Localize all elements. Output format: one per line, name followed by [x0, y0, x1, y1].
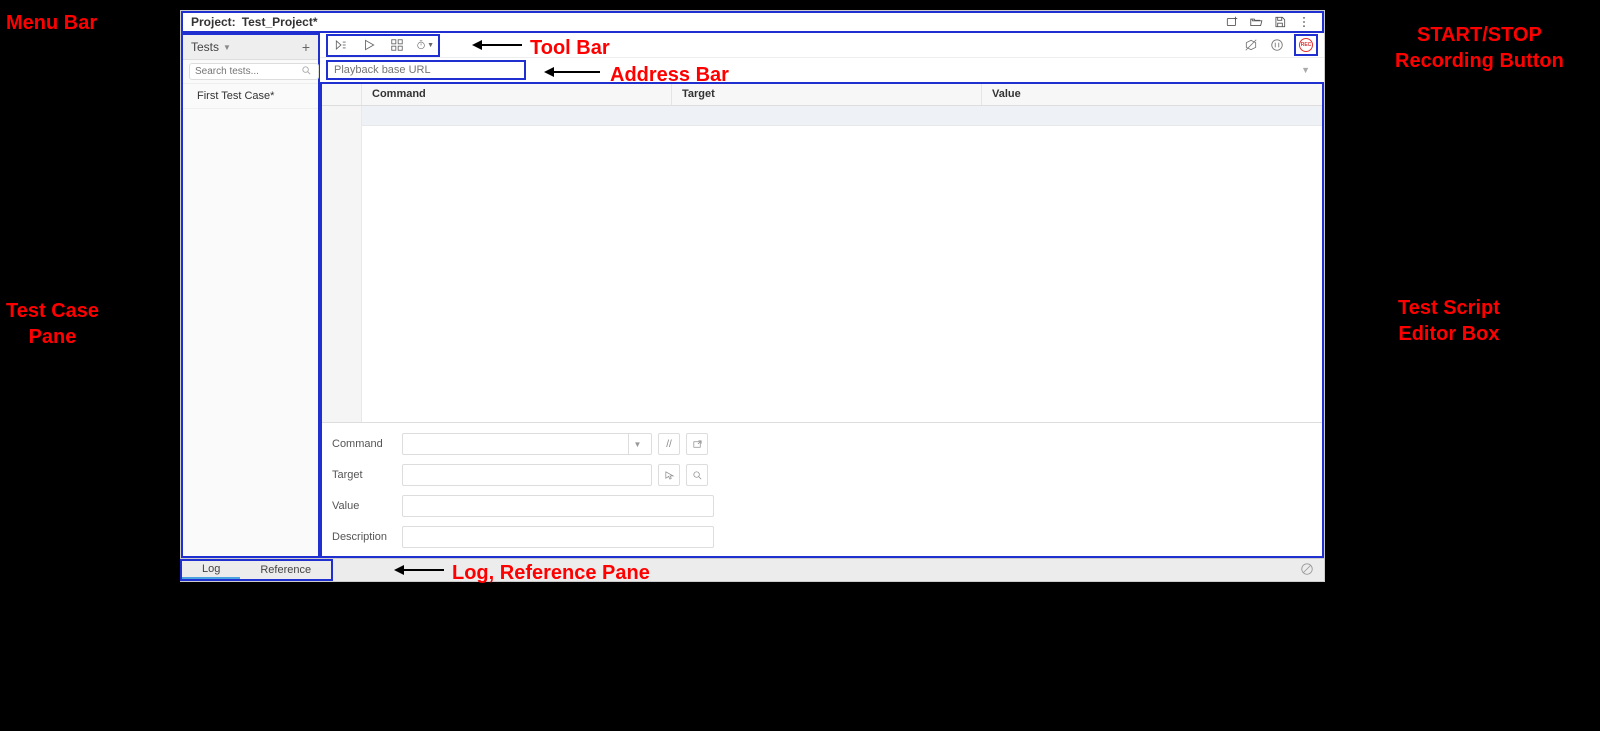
description-input[interactable] — [402, 526, 714, 548]
add-test-button[interactable]: + — [302, 39, 310, 55]
run-current-button[interactable] — [360, 36, 378, 54]
pause-on-exception-button[interactable] — [1268, 36, 1286, 54]
bottom-tabs: Log Reference — [180, 559, 333, 581]
new-project-icon — [1225, 15, 1239, 29]
search-icon — [692, 470, 703, 481]
command-enable-button[interactable]: // — [658, 433, 680, 455]
playback-url-input[interactable] — [326, 60, 526, 80]
clear-log-button[interactable] — [1300, 562, 1314, 579]
command-new-window-button[interactable] — [686, 433, 708, 455]
grid-row[interactable] — [362, 106, 1322, 126]
search-tests-wrap — [183, 60, 318, 84]
annotation-log-reference: Log, Reference Pane — [452, 560, 650, 586]
description-label: Description — [332, 531, 402, 543]
log-tab[interactable]: Log — [182, 561, 240, 579]
folder-open-icon — [1249, 15, 1263, 29]
run-all-button[interactable] — [332, 36, 350, 54]
target-find-button[interactable] — [686, 464, 708, 486]
record-icon: REC — [1299, 38, 1313, 52]
chevron-down-icon: ▼ — [223, 43, 231, 52]
tests-dropdown-label: Tests — [191, 40, 219, 54]
grid-header: Command Target Value — [322, 84, 1322, 106]
search-tests-input[interactable] — [189, 63, 319, 80]
new-window-icon — [692, 439, 703, 450]
clear-icon — [1300, 562, 1314, 576]
grid-header-value: Value — [982, 84, 1322, 105]
pause-icon — [1270, 38, 1284, 52]
save-project-button[interactable] — [1270, 13, 1290, 31]
open-project-button[interactable] — [1246, 13, 1266, 31]
play-icon — [362, 38, 376, 52]
annotation-menu-bar: Menu Bar — [6, 10, 97, 36]
disable-breakpoints-button[interactable] — [1242, 36, 1260, 54]
tests-dropdown[interactable]: Tests ▼ + — [183, 35, 318, 60]
tool-bar: ▼ — [326, 34, 440, 57]
annotation-record-button: START/STOP Recording Button — [1395, 22, 1564, 74]
test-case-item[interactable]: First Test Case* — [183, 84, 318, 109]
grid-header-gutter — [322, 84, 362, 105]
save-icon — [1273, 15, 1287, 29]
selenium-ide-window: Project: Test_Project* Tests ▼ + — [180, 10, 1325, 582]
more-vertical-icon — [1297, 15, 1311, 29]
address-bar-row: ▼ — [320, 58, 1324, 82]
target-pick-icon — [664, 470, 675, 481]
value-label: Value — [332, 500, 402, 512]
breakpoint-off-icon — [1244, 38, 1258, 52]
tool-bar-row: ▼ REC — [320, 33, 1324, 58]
reference-tab[interactable]: Reference — [240, 561, 331, 579]
annotation-tool-bar: Tool Bar — [530, 35, 610, 61]
test-script-editor: Command Target Value Command ▼ — [320, 82, 1324, 558]
project-label: Project: — [191, 15, 236, 29]
value-input[interactable] — [402, 495, 714, 517]
new-project-button[interactable] — [1222, 13, 1242, 31]
play-all-icon — [334, 38, 348, 52]
project-name: Test_Project* — [242, 15, 318, 29]
main-area: ▼ REC ▼ — [320, 33, 1324, 558]
annotation-test-case-pane: Test Case Pane — [6, 298, 99, 350]
target-input[interactable] — [402, 464, 652, 486]
annotation-address-bar: Address Bar — [610, 62, 729, 88]
chevron-down-icon: ▼ — [427, 42, 434, 49]
step-icon — [390, 38, 404, 52]
step-button[interactable] — [388, 36, 406, 54]
menu-bar: Project: Test_Project* — [181, 11, 1324, 33]
grid-body[interactable] — [322, 106, 1322, 422]
speed-button[interactable]: ▼ — [416, 36, 434, 54]
log-reference-pane: Log Reference — [181, 558, 1324, 581]
grid-gutter — [322, 106, 362, 422]
test-case-pane: Tests ▼ + First Test Case* — [181, 33, 320, 558]
target-label: Target — [332, 469, 402, 481]
command-form: Command ▼ // Target — [322, 422, 1322, 556]
record-button[interactable]: REC — [1294, 34, 1318, 56]
annotation-script-editor: Test Script Editor Box — [1398, 295, 1500, 347]
chevron-down-icon: ▼ — [628, 434, 646, 454]
more-menu-button[interactable] — [1294, 13, 1314, 31]
timer-icon — [416, 38, 426, 52]
target-select-button[interactable] — [658, 464, 680, 486]
command-label: Command — [332, 438, 402, 450]
command-select[interactable]: ▼ — [402, 433, 652, 455]
